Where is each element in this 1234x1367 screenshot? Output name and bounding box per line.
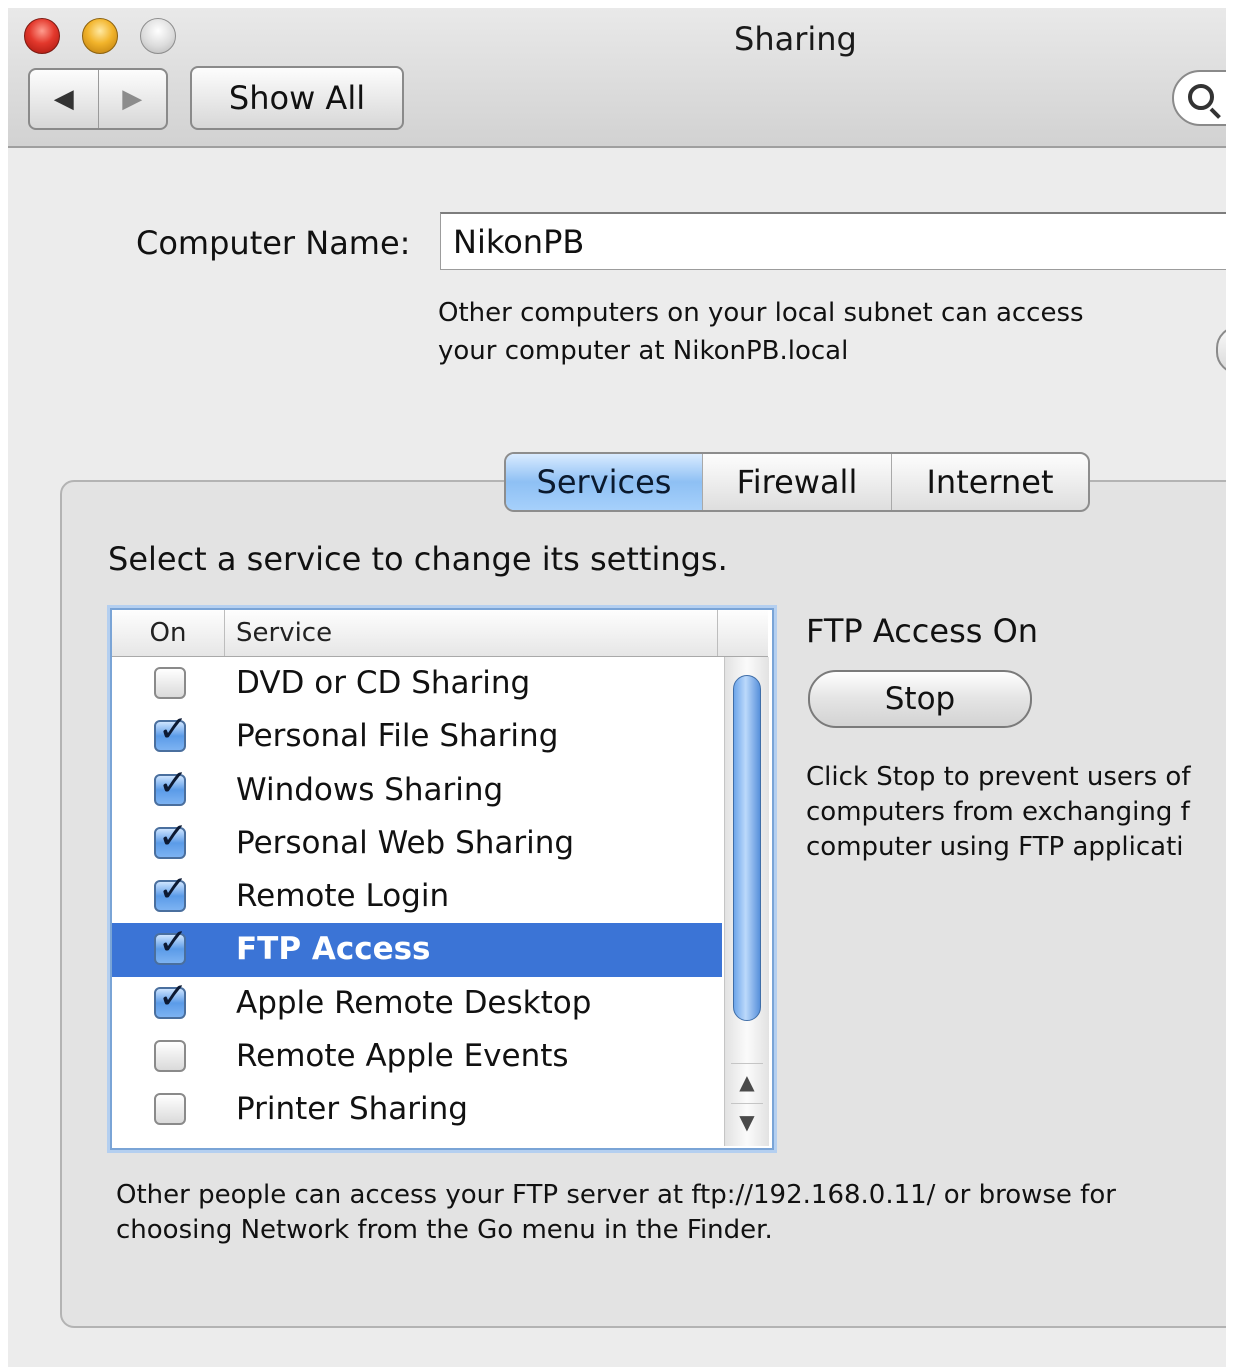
checkmark-icon: ✓	[158, 762, 189, 804]
service-name: Apple Remote Desktop	[236, 984, 592, 1021]
table-row[interactable]: DVD or CD Sharing	[112, 657, 722, 710]
forward-arrow-icon: ▶	[122, 84, 143, 114]
tab-firewall[interactable]: Firewall	[702, 454, 891, 510]
scroll-down-arrow-icon[interactable]: ▼	[731, 1103, 763, 1140]
computer-name-description-line2: your computer at NikonPB.local	[438, 336, 849, 366]
forward-button[interactable]: ▶	[99, 70, 167, 128]
minimize-button[interactable]	[82, 18, 118, 54]
service-checkbox[interactable]	[154, 667, 186, 699]
service-status: FTP Access On	[806, 612, 1039, 650]
checkmark-icon: ✓	[158, 815, 189, 857]
edit-button[interactable]	[1216, 326, 1226, 374]
checkmark-icon: ✓	[158, 975, 189, 1017]
stop-button[interactable]: Stop	[808, 670, 1032, 728]
service-checkbox[interactable]: ✓	[154, 978, 188, 1019]
table-row[interactable]: ✓ Personal Web Sharing	[112, 817, 722, 870]
window-title: Sharing	[734, 20, 857, 58]
back-button[interactable]: ◀	[30, 70, 99, 128]
scrollbar-thumb[interactable]	[733, 675, 761, 1021]
column-header-on[interactable]: On	[112, 610, 225, 656]
service-checkbox[interactable]: ✓	[154, 925, 188, 966]
tab-bar: Services Firewall Internet	[504, 452, 1090, 512]
service-name: DVD or CD Sharing	[236, 665, 531, 701]
ftp-info-text: Other people can access your FTP server …	[116, 1180, 1116, 1245]
service-name: Windows Sharing	[236, 771, 504, 808]
checkmark-icon: ✓	[158, 709, 189, 751]
service-checkbox[interactable]	[154, 1093, 186, 1126]
back-forward-control: ◀ ▶	[28, 68, 168, 130]
search-icon	[1188, 84, 1214, 110]
scroll-up-arrow-icon[interactable]: ▲	[731, 1063, 763, 1100]
table-row[interactable]: ✓ FTP Access	[112, 923, 722, 977]
tab-internet[interactable]: Internet	[891, 454, 1088, 510]
table-row[interactable]: Printer Sharing	[112, 1083, 722, 1136]
computer-name-description: Other computers on your local subnet can…	[438, 294, 1084, 370]
service-name: Remote Login	[236, 878, 450, 915]
service-checkbox[interactable]	[154, 1040, 186, 1073]
computer-name-field[interactable]	[440, 212, 1226, 270]
service-checkbox[interactable]: ✓	[154, 765, 188, 806]
services-list: DVD or CD Sharing ✓ Personal File Sharing ✓…	[112, 657, 722, 1137]
service-checkbox[interactable]: ✓	[154, 872, 188, 913]
table-row[interactable]: ✓ Remote Login	[112, 870, 722, 923]
sharing-window: Sharing ◀ ▶ Show All Computer Name: Othe…	[8, 8, 1226, 1367]
show-all-button[interactable]: Show All	[190, 66, 404, 130]
service-checkbox[interactable]: ✓	[154, 818, 188, 859]
checkmark-icon: ✓	[158, 869, 189, 911]
services-instruction: Select a service to change its settings.	[108, 540, 728, 578]
table-header: On Service	[112, 610, 768, 657]
service-name: FTP Access	[236, 931, 431, 968]
table-row[interactable]: Remote Apple Events	[112, 1030, 722, 1083]
service-help-text: Click Stop to prevent users of computers…	[806, 762, 1191, 862]
search-field[interactable]	[1172, 70, 1226, 126]
services-table: On Service DVD or CD Sharing ✓ Personal Fi…	[110, 608, 774, 1150]
table-row[interactable]: ✓ Apple Remote Desktop	[112, 977, 722, 1030]
column-header-service[interactable]: Service	[224, 610, 718, 656]
computer-name-label: Computer Name:	[136, 224, 411, 262]
checkmark-icon: ✓	[158, 922, 189, 964]
window-toolbar: Sharing ◀ ▶ Show All	[8, 8, 1226, 148]
vertical-scrollbar[interactable]: ▲ ▼	[724, 657, 769, 1146]
table-row[interactable]: ✓ Windows Sharing	[112, 764, 722, 817]
table-row[interactable]: ✓ Personal File Sharing	[112, 710, 722, 763]
tab-services[interactable]: Services	[506, 454, 702, 510]
service-checkbox[interactable]: ✓	[154, 712, 188, 753]
service-name: Remote Apple Events	[236, 1038, 569, 1075]
computer-name-description-line1: Other computers on your local subnet can…	[438, 298, 1084, 328]
close-button[interactable]	[24, 18, 60, 54]
zoom-button[interactable]	[140, 18, 176, 54]
back-arrow-icon: ◀	[53, 84, 74, 114]
service-name: Personal File Sharing	[236, 718, 559, 755]
service-name: Personal Web Sharing	[236, 824, 575, 861]
service-name: Printer Sharing	[236, 1091, 468, 1128]
